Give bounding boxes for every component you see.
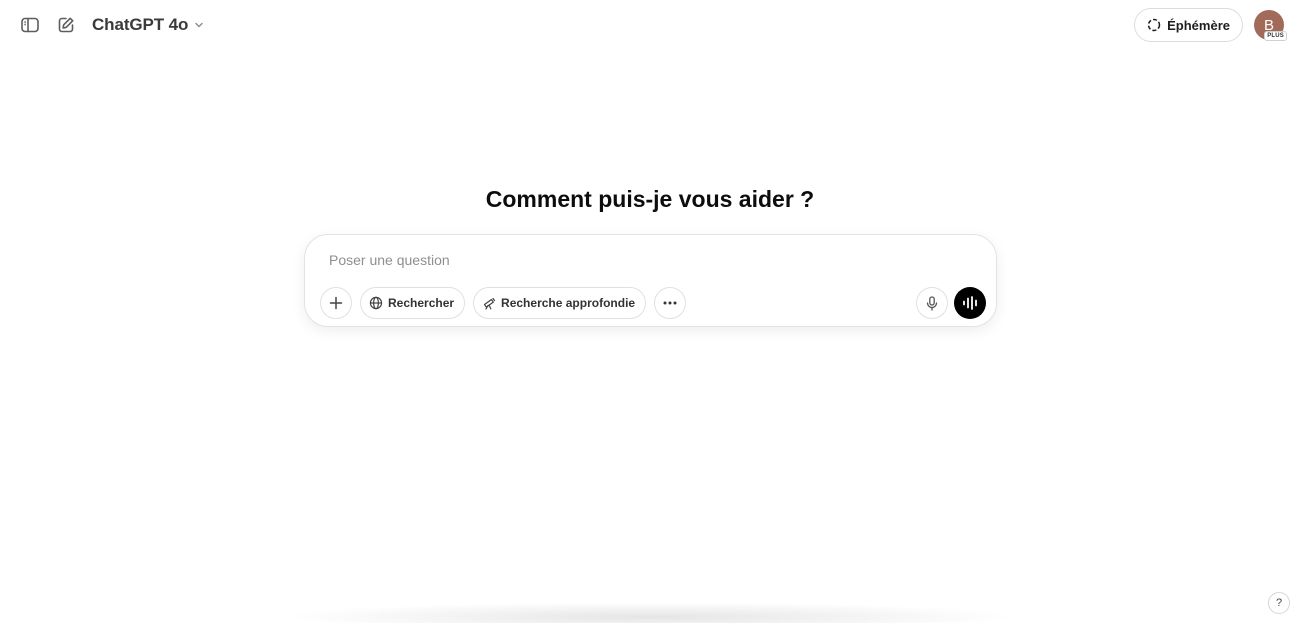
page-title: Comment puis-je vous aider ?	[485, 186, 815, 212]
help-button[interactable]: ?	[1268, 592, 1290, 614]
plan-badge: PLUS	[1264, 31, 1287, 41]
model-selector[interactable]: ChatGPT 4o	[92, 15, 205, 35]
bottom-shadow	[280, 602, 1020, 623]
telescope-icon	[483, 297, 496, 310]
ellipsis-icon	[663, 301, 677, 305]
sidebar-icon	[21, 17, 39, 33]
search-button[interactable]: Rechercher	[360, 287, 466, 319]
top-bar-right: Éphémère B PLUS	[1134, 8, 1287, 42]
search-label: Rechercher	[388, 296, 455, 310]
composer-right-tools	[916, 287, 986, 319]
ephemeral-chat-button[interactable]: Éphémère	[1134, 8, 1243, 42]
prompt-composer: Rechercher Recherche approfondie	[304, 234, 997, 327]
mic-icon	[926, 295, 938, 311]
ephemeral-label: Éphémère	[1167, 17, 1230, 33]
dashed-circle-icon	[1147, 18, 1161, 32]
deep-research-label: Recherche approfondie	[501, 296, 636, 310]
model-name: ChatGPT 4o	[92, 15, 189, 34]
top-bar-left: ChatGPT 4o	[18, 13, 205, 37]
globe-icon	[369, 296, 383, 310]
chat-page: ChatGPT 4o Éphémère B PLUS Comment puis-…	[0, 0, 1300, 623]
attach-button[interactable]	[320, 287, 352, 319]
dictate-button[interactable]	[916, 287, 948, 319]
prompt-input[interactable]	[329, 249, 889, 271]
more-tools-button[interactable]	[654, 287, 687, 319]
plus-icon	[329, 296, 343, 310]
profile-menu-button[interactable]: B PLUS	[1254, 10, 1287, 41]
voice-mode-button[interactable]	[954, 287, 986, 319]
edit-icon	[58, 17, 74, 33]
new-chat-button[interactable]	[54, 13, 78, 37]
sidebar-toggle-button[interactable]	[18, 13, 42, 37]
chevron-down-icon	[193, 19, 205, 31]
composer-tools: Rechercher Recherche approfondie	[320, 287, 687, 319]
deep-research-button[interactable]: Recherche approfondie	[473, 287, 647, 319]
voice-wave-icon	[963, 296, 977, 310]
top-bar: ChatGPT 4o Éphémère B PLUS	[0, 0, 1300, 50]
